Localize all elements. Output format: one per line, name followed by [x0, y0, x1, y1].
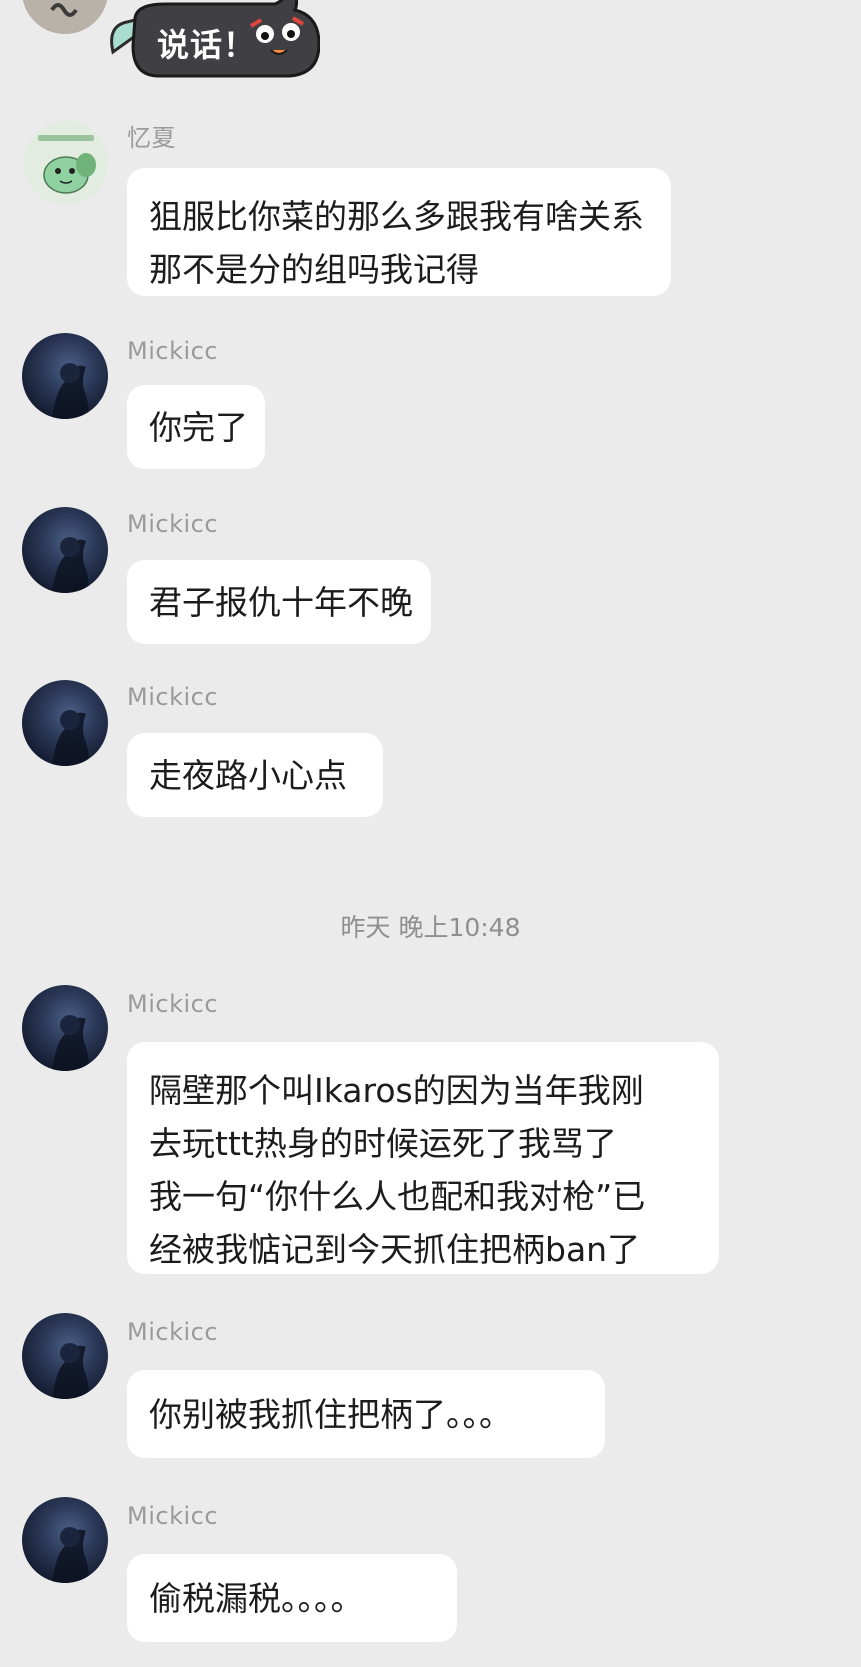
- sender-name: 忆夏: [127, 124, 176, 152]
- timestamp-divider: 昨天 晚上10:48: [340, 913, 521, 942]
- message-line: 隔壁那个叫Ikaros的因为当年我刚: [149, 1071, 644, 1110]
- message-bubble[interactable]: 偷税漏税。。。。: [127, 1554, 457, 1642]
- avatar-mickicc[interactable]: [22, 1497, 108, 1583]
- sender-name: Mickicc: [127, 990, 219, 1018]
- avatar-mickicc[interactable]: [22, 333, 108, 419]
- message-bubble[interactable]: 隔壁那个叫Ikaros的因为当年我刚 去玩ttt热身的时候运死了我骂了 我一句“…: [127, 1042, 719, 1274]
- avatar-mickicc[interactable]: [22, 1313, 108, 1399]
- sender-name: Mickicc: [127, 510, 219, 538]
- message-bubble[interactable]: 狙服比你菜的那么多跟我有啥关系 那不是分的组吗我记得: [127, 168, 671, 296]
- sender-name: Mickicc: [127, 1318, 219, 1346]
- sticker-text: 说话！: [157, 26, 257, 64]
- avatar-mickicc[interactable]: [22, 680, 108, 766]
- avatar-mickicc[interactable]: [22, 985, 108, 1071]
- message-line: 狙服比你菜的那么多跟我有啥关系: [149, 197, 644, 236]
- message-line: 那不是分的组吗我记得: [149, 250, 479, 289]
- sender-name: Mickicc: [127, 337, 219, 365]
- avatar-mickicc[interactable]: [22, 507, 108, 593]
- message-text: 偷税漏税。。。。: [149, 1578, 364, 1618]
- sender-name: Mickicc: [127, 1502, 219, 1530]
- message-bubble[interactable]: 走夜路小心点: [127, 733, 383, 817]
- message-bubble[interactable]: 你别被我抓住把柄了。。。: [127, 1370, 605, 1458]
- sender-name: Mickicc: [127, 683, 219, 711]
- message-line: 经被我惦记到今天抓住把柄ban了: [149, 1230, 641, 1269]
- message-text: 你别被我抓住把柄了。。。: [149, 1394, 512, 1434]
- message-text: 走夜路小心点: [149, 755, 347, 795]
- message-bubble[interactable]: 君子报仇十年不晚: [127, 560, 431, 644]
- message-line: 我一句“你什么人也配和我对枪”已: [149, 1177, 646, 1216]
- message-text: 你完了: [149, 407, 248, 447]
- message-bubble[interactable]: 你完了: [127, 385, 265, 469]
- avatar-previous-sender[interactable]: [22, 0, 108, 34]
- message-line: 去玩ttt热身的时候运死了我骂了: [149, 1124, 617, 1163]
- avatar-yixia[interactable]: [24, 121, 108, 205]
- sticker-message[interactable]: 说话！: [105, 0, 320, 82]
- message-text: 君子报仇十年不晚: [149, 582, 413, 622]
